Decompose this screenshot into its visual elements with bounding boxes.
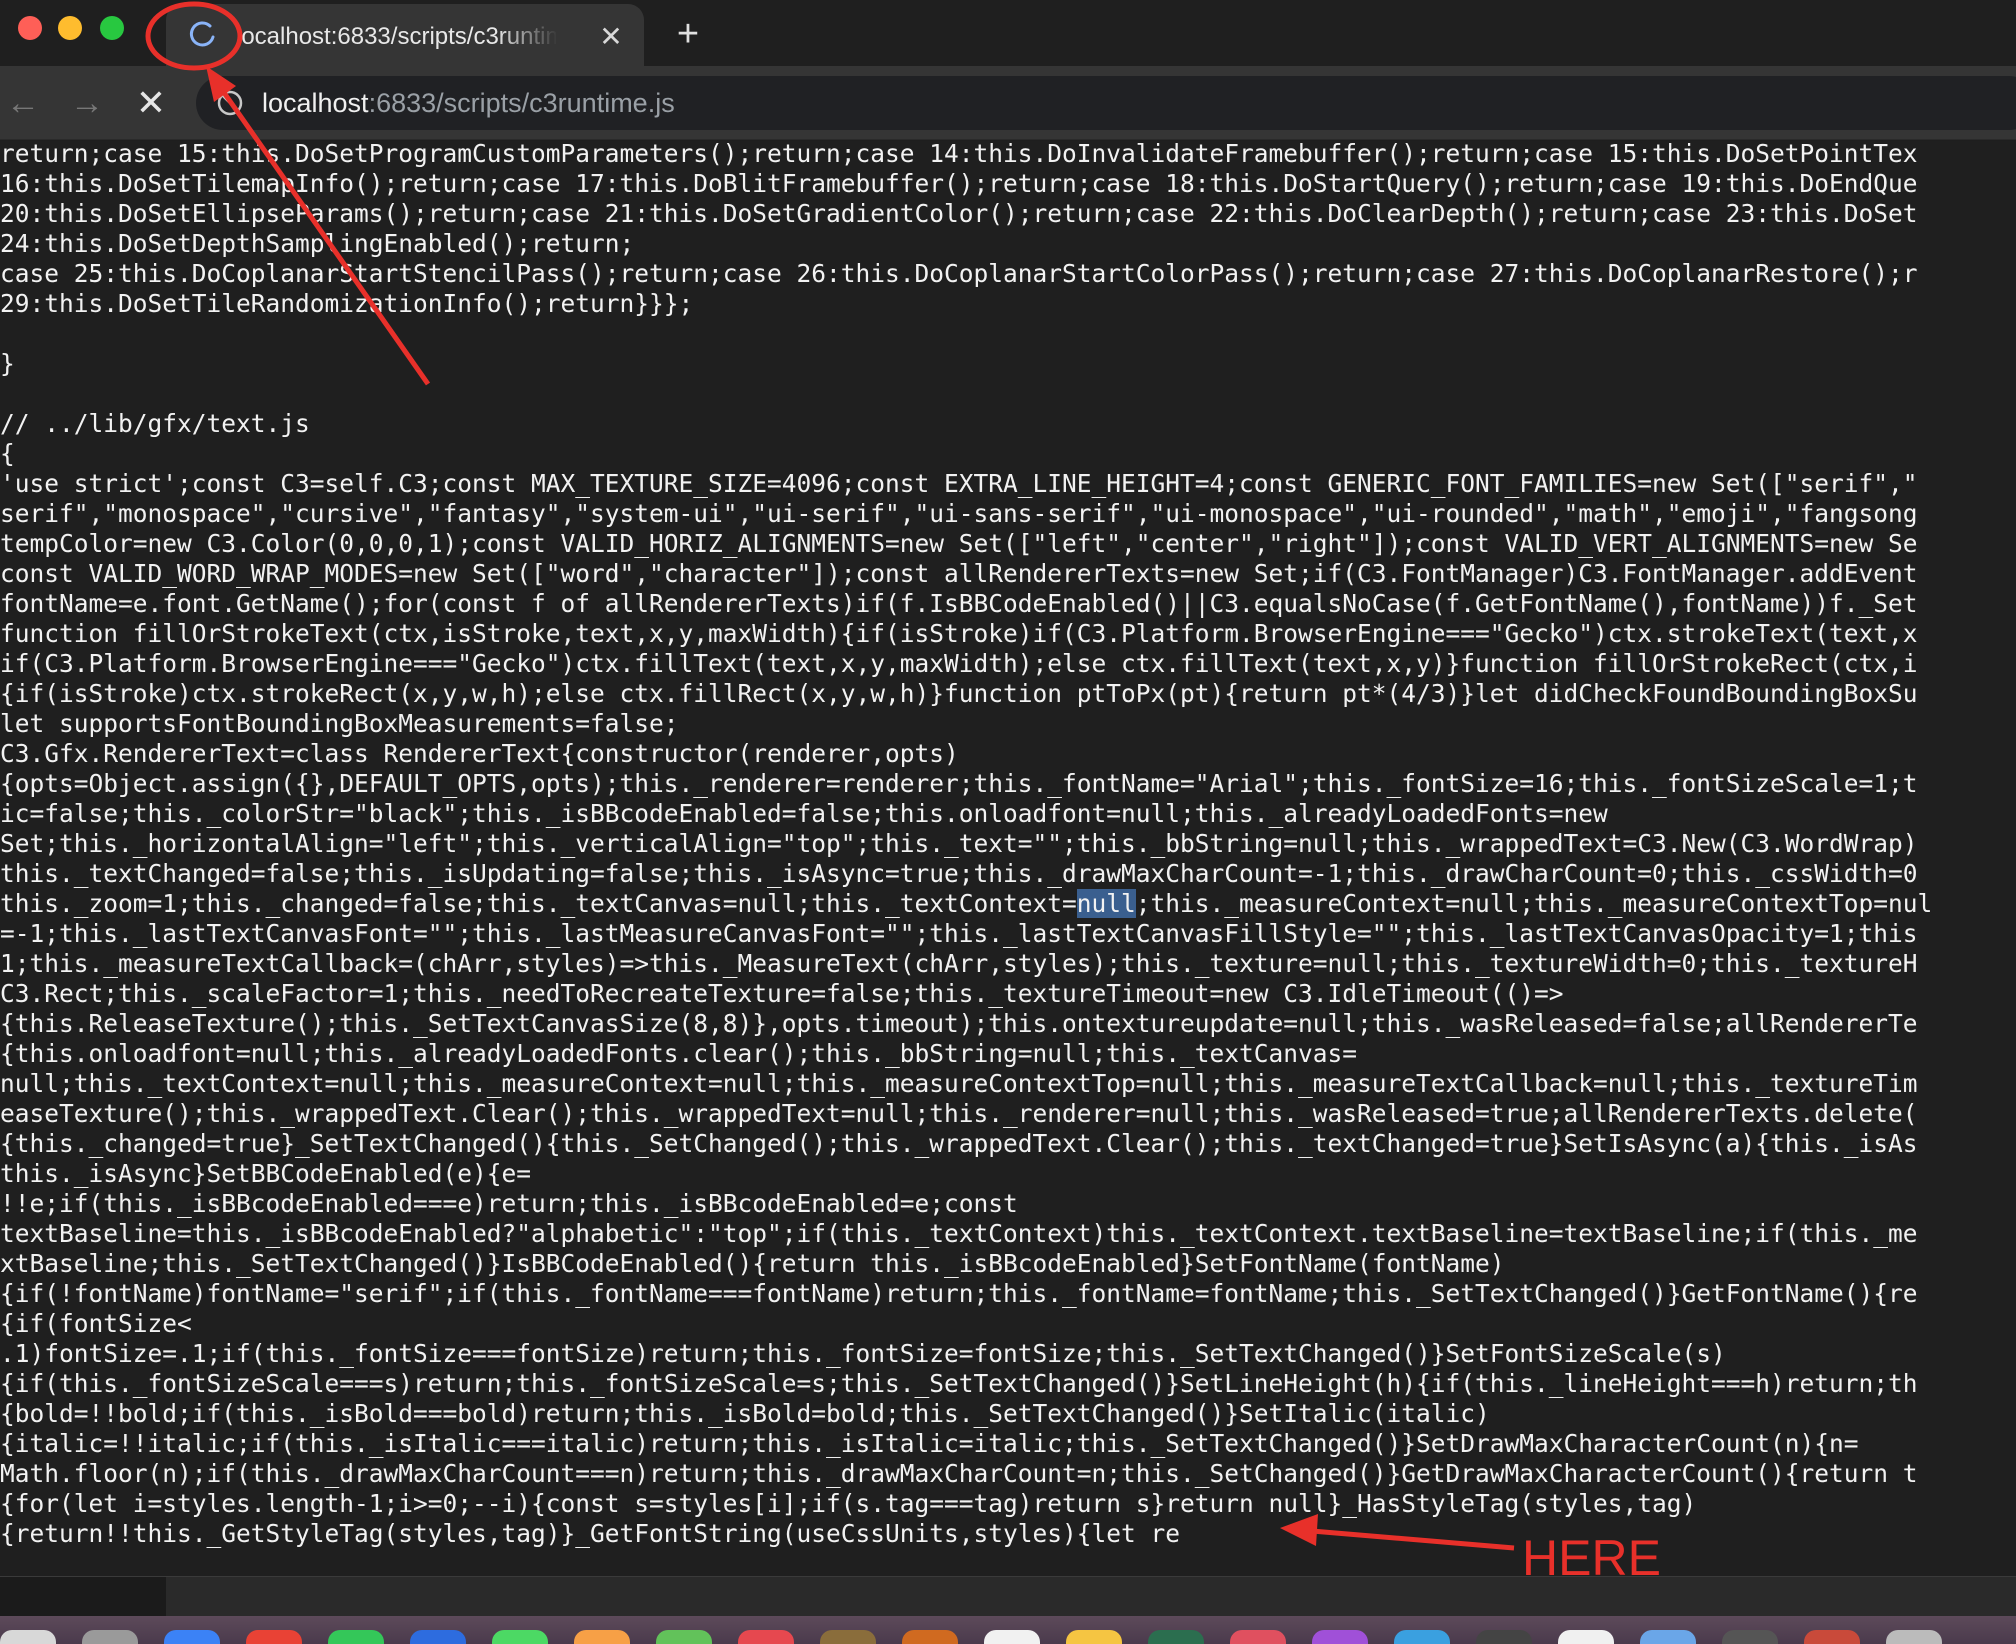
window-minimize-button[interactable] xyxy=(58,16,82,40)
code-line: {bold=!!bold;if(this._isBold===bold)retu… xyxy=(0,1399,1490,1428)
code-line: 1;this._measureTextCallback=(chArr,style… xyxy=(0,949,1918,978)
code-line: 'use strict';const C3=self.C3;const MAX_… xyxy=(0,469,1918,498)
dock-app-icon[interactable] xyxy=(1394,1630,1450,1644)
dock-app-icon[interactable] xyxy=(1558,1630,1614,1644)
dock-app-icon[interactable] xyxy=(574,1630,630,1644)
code-line: {this.onloadfont=null;this._alreadyLoade… xyxy=(0,1039,1358,1068)
dock-app-icon[interactable] xyxy=(656,1630,712,1644)
code-line: fontName=e.font.GetName();for(const f of… xyxy=(0,589,1918,618)
dock-app-icon[interactable] xyxy=(738,1630,794,1644)
code-line: !!e;if(this._isBBcodeEnabled===e)return;… xyxy=(0,1189,1018,1218)
dock-app-icon[interactable] xyxy=(820,1630,876,1644)
code-line: const VALID_WORD_WRAP_MODES=new Set(["wo… xyxy=(0,559,1918,588)
dock-app-icon[interactable] xyxy=(492,1630,548,1644)
code-line: {if(!fontName)fontName="serif";if(this._… xyxy=(0,1279,1918,1308)
code-line: ic=false;this._colorStr="black";this._is… xyxy=(0,799,1608,828)
browser-tab[interactable]: localhost:6833/scripts/c3runtime.js ✕ xyxy=(166,4,644,66)
code-line: // ../lib/gfx/text.js xyxy=(0,409,310,438)
code-line: let supportsFontBoundingBoxMeasurements=… xyxy=(0,709,679,738)
dock-app-icon[interactable] xyxy=(1148,1630,1204,1644)
code-line: 29:this.DoSetTileRandomizationInfo();ret… xyxy=(0,289,694,318)
code-line: {for(let i=styles.length-1;i>=0;--i){con… xyxy=(0,1489,1697,1518)
tab-close-button[interactable]: ✕ xyxy=(596,22,626,52)
code-line: null;this._textContext=null;this._measur… xyxy=(0,1069,1918,1098)
url-path: :6833/scripts/c3runtime.js xyxy=(368,88,675,118)
dock-app-icon[interactable] xyxy=(82,1630,138,1644)
url-text[interactable]: localhost:6833/scripts/c3runtime.js xyxy=(262,88,675,118)
tab-title-fade xyxy=(496,18,558,54)
dock-app-icon[interactable] xyxy=(328,1630,384,1644)
code-line: tempColor=new C3.Color(0,0,0,1);const VA… xyxy=(0,529,1918,558)
dock-app-icon[interactable] xyxy=(1886,1630,1942,1644)
code-line: if(C3.Platform.BrowserEngine==="Gecko")c… xyxy=(0,649,1918,678)
horizontal-scrollbar[interactable] xyxy=(0,1576,2016,1617)
site-info-icon[interactable] xyxy=(216,89,244,117)
code-line: } xyxy=(0,349,15,378)
dock-app-icon[interactable] xyxy=(1640,1630,1696,1644)
source-code: return;case 15:this.DoSetProgramCustomPa… xyxy=(0,141,2016,1549)
code-line: 16:this.DoSetTilemapInfo();return;case 1… xyxy=(0,169,1918,198)
dock-app-icon[interactable] xyxy=(0,1630,56,1644)
code-line: serif","monospace","cursive","fantasy","… xyxy=(0,499,1918,528)
code-line: Math.floor(n);if(this._drawMaxCharCount=… xyxy=(0,1459,1918,1488)
forward-button[interactable]: → xyxy=(66,82,108,124)
code-line: xtBaseline;this._SetTextChanged()}IsBBCo… xyxy=(0,1249,1505,1278)
new-tab-button[interactable]: + xyxy=(668,14,708,54)
code-line: =-1;this._lastTextCanvasFont="";this._la… xyxy=(0,919,1918,948)
code-line: {if(this._fontSizeScale===s)return;this.… xyxy=(0,1369,1918,1398)
code-line: Set;this._horizontalAlign="left";this._v… xyxy=(0,829,1918,858)
window-maximize-button[interactable] xyxy=(100,16,124,40)
dock-app-icon[interactable] xyxy=(1722,1630,1778,1644)
back-button[interactable]: ← xyxy=(2,82,44,124)
dock-app-icon[interactable] xyxy=(164,1630,220,1644)
code-line: function fillOrStrokeText(ctx,isStroke,t… xyxy=(0,619,1918,648)
dock-app-icon[interactable] xyxy=(1066,1630,1122,1644)
dock xyxy=(0,1616,2016,1644)
loading-spinner-icon xyxy=(189,21,215,47)
dock-app-icon[interactable] xyxy=(410,1630,466,1644)
dock-app-icon[interactable] xyxy=(1312,1630,1368,1644)
code-line: {italic=!!italic;if(this._isItalic===ita… xyxy=(0,1429,1859,1458)
address-bar[interactable]: localhost:6833/scripts/c3runtime.js xyxy=(196,76,2016,130)
scrollbar-gutter xyxy=(0,1577,166,1617)
code-line: case 25:this.DoCoplanarStartStencilPass(… xyxy=(0,259,1918,288)
code-line: C3.Rect;this._scaleFactor=1;this._needTo… xyxy=(0,979,1564,1008)
code-line: C3.Gfx.RendererText=class RendererText{c… xyxy=(0,739,959,768)
page-content[interactable]: return;case 15:this.DoSetProgramCustomPa… xyxy=(0,141,2016,1576)
code-line: this._textChanged=false;this._isUpdating… xyxy=(0,859,1918,888)
dock-app-icon[interactable] xyxy=(1804,1630,1860,1644)
window-close-button[interactable] xyxy=(18,16,42,40)
dock-app-icon[interactable] xyxy=(902,1630,958,1644)
dock-app-icon[interactable] xyxy=(1230,1630,1286,1644)
dock-app-icon[interactable] xyxy=(984,1630,1040,1644)
code-line: 20:this.DoSetEllipseParams();return;case… xyxy=(0,199,1918,228)
code-line: 24:this.DoSetDepthSamplingEnabled();retu… xyxy=(0,229,635,258)
code-line: {if(fontSize< xyxy=(0,1309,192,1338)
code-line: {return!!this._GetStyleTag(styles,tag)}_… xyxy=(0,1519,1181,1548)
dock-app-icon[interactable] xyxy=(1476,1630,1532,1644)
browser-toolbar: ← → ✕ localhost:6833/scripts/c3runtime.j… xyxy=(0,66,2016,140)
code-line: return;case 15:this.DoSetProgramCustomPa… xyxy=(0,141,1918,168)
annotation-here-label: HERE xyxy=(1522,1530,1661,1586)
code-line: textBaseline=this._isBBcodeEnabled?"alph… xyxy=(0,1219,1918,1248)
dock-app-icon[interactable] xyxy=(246,1630,302,1644)
code-line: this._zoom=1;this._changed=false;this._t… xyxy=(0,889,1933,918)
code-line: .1)fontSize=.1;if(this._fontSize===fontS… xyxy=(0,1339,1726,1368)
tab-strip: localhost:6833/scripts/c3runtime.js ✕ + xyxy=(0,0,2016,66)
code-line: {this.ReleaseTexture();this._SetTextCanv… xyxy=(0,1009,1918,1038)
code-line: easeTexture();this._wrappedText.Clear();… xyxy=(0,1099,1918,1128)
code-line: {if(isStroke)ctx.strokeRect(x,y,w,h);els… xyxy=(0,679,1918,708)
code-line: this._isAsync}SetBBCodeEnabled(e){e= xyxy=(0,1159,532,1188)
stop-loading-button[interactable]: ✕ xyxy=(130,82,172,124)
url-host: localhost xyxy=(262,88,369,118)
code-line: {opts=Object.assign({},DEFAULT_OPTS,opts… xyxy=(0,769,1918,798)
selected-text: null xyxy=(1076,889,1136,918)
code-line: {this._changed=true}_SetTextChanged(){th… xyxy=(0,1129,1918,1158)
code-line: { xyxy=(0,439,15,468)
